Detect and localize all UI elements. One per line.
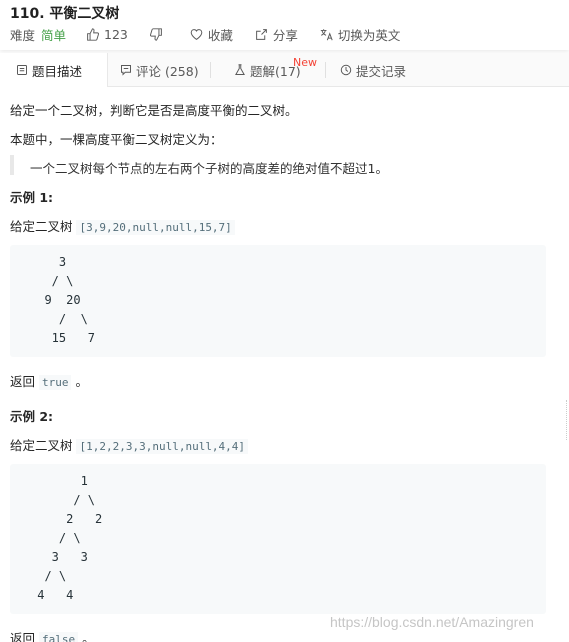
tab-solutions[interactable]: 题解(17) [234, 53, 301, 87]
translate-icon [320, 28, 333, 40]
example-1-input: 给定二叉树 [3,9,20,null,null,15,7] [10, 216, 235, 235]
tree-line: 1 [30, 474, 88, 488]
dislike-button[interactable] [149, 27, 168, 41]
like-button[interactable]: 123 [86, 27, 128, 42]
definition-quote: 一个二叉树每个节点的左右两个子树的高度差的绝对值不超过1。 [30, 161, 388, 176]
tree-line: 9 20 [30, 293, 81, 307]
example-1-output: 返回 true 。 [10, 371, 88, 390]
tree-line: 15 7 [30, 331, 96, 345]
example-1-output-value: true [38, 375, 72, 390]
tree-line: / \ [30, 274, 74, 288]
description-intro: 给定一个二叉树，判断它是否是高度平衡的二叉树。 [10, 103, 298, 118]
thumbs-down-icon [149, 27, 162, 41]
problem-description: 给定一个二叉树，判断它是否是高度平衡的二叉树。 本题中，一棵高度平衡二叉树定义为… [0, 88, 569, 642]
tree-line: / \ [30, 493, 96, 507]
flask-icon [235, 64, 245, 75]
example-2-input-prefix: 给定二叉树 [10, 438, 77, 453]
tab-description-label: 题目描述 [32, 63, 83, 79]
collect-label: 收藏 [207, 27, 233, 43]
example-2-output-value: false [38, 632, 79, 642]
example-1-output-prefix: 返回 [10, 374, 39, 389]
example-1-heading: 示例 1: [10, 190, 54, 205]
tree-line: 2 2 [30, 512, 103, 526]
tab-comments-label: 评论 (258) [136, 63, 199, 79]
tree-line: 4 4 [30, 588, 74, 602]
tree-line: 3 [30, 255, 67, 269]
tab-comments[interactable]: 评论 (258) [120, 53, 199, 87]
difficulty-label: 难度 [10, 27, 36, 43]
tree-line: / \ [30, 312, 88, 326]
tab-submissions[interactable]: 提交记录 [340, 53, 406, 87]
heart-icon [190, 28, 203, 40]
tab-divider [210, 62, 211, 78]
problem-meta-bar: 难度 简单 123 收藏 分享 切换为英文 [10, 25, 422, 43]
switch-language-label: 切换为英文 [337, 27, 401, 43]
tree-line: / \ [30, 531, 81, 545]
share-icon [256, 28, 267, 40]
difficulty-badge: 简单 [41, 27, 67, 43]
collect-button[interactable]: 收藏 [190, 25, 233, 44]
tree-line: 3 3 [30, 550, 88, 564]
problem-header: 110. 平衡二叉树 难度 简单 123 收藏 分享 切换为英文 [0, 0, 569, 50]
example-2-output-suffix: 。 [78, 631, 95, 642]
clock-icon [340, 64, 352, 76]
comment-icon [121, 65, 131, 76]
problem-title: 110. 平衡二叉树 [10, 6, 120, 22]
example-1-input-value: [3,9,20,null,null,15,7] [76, 220, 235, 235]
tree-line: / \ [30, 569, 67, 583]
watermark: https://blog.csdn.net/Amazingren [330, 614, 534, 630]
example-2-heading: 示例 2: [10, 409, 54, 424]
share-label: 分享 [272, 27, 298, 43]
example-2-output: 返回 false 。 [10, 628, 95, 642]
thumbs-up-icon [87, 27, 100, 41]
example-1-input-prefix: 给定二叉树 [10, 219, 77, 234]
like-count: 123 [104, 26, 128, 42]
tab-divider [325, 62, 326, 78]
new-badge: New [293, 56, 317, 69]
switch-language-button[interactable]: 切换为英文 [320, 25, 401, 44]
example-2-input: 给定二叉树 [1,2,2,3,3,null,null,4,4] [10, 435, 249, 454]
tab-description[interactable]: 题目描述 [0, 53, 108, 87]
blockquote-bar [10, 155, 14, 175]
example-2-output-prefix: 返回 [10, 631, 39, 642]
document-icon [17, 65, 27, 75]
example-2-input-value: [1,2,2,3,3,null,null,4,4] [76, 439, 249, 454]
share-button[interactable]: 分享 [255, 25, 298, 44]
tab-submissions-label: 提交记录 [356, 63, 407, 79]
definition-lead: 本题中，一棵高度平衡二叉树定义为： [10, 132, 223, 147]
example-2-tree: 1 / \ 2 2 / \ 3 3 / \ 4 4 [10, 464, 546, 614]
problem-tabs: 题目描述 评论 (258) 题解(17) 提交记录 [0, 53, 569, 87]
example-1-tree: 3 / \ 9 20 / \ 15 7 [10, 245, 546, 357]
example-1-output-suffix: 。 [71, 374, 88, 389]
